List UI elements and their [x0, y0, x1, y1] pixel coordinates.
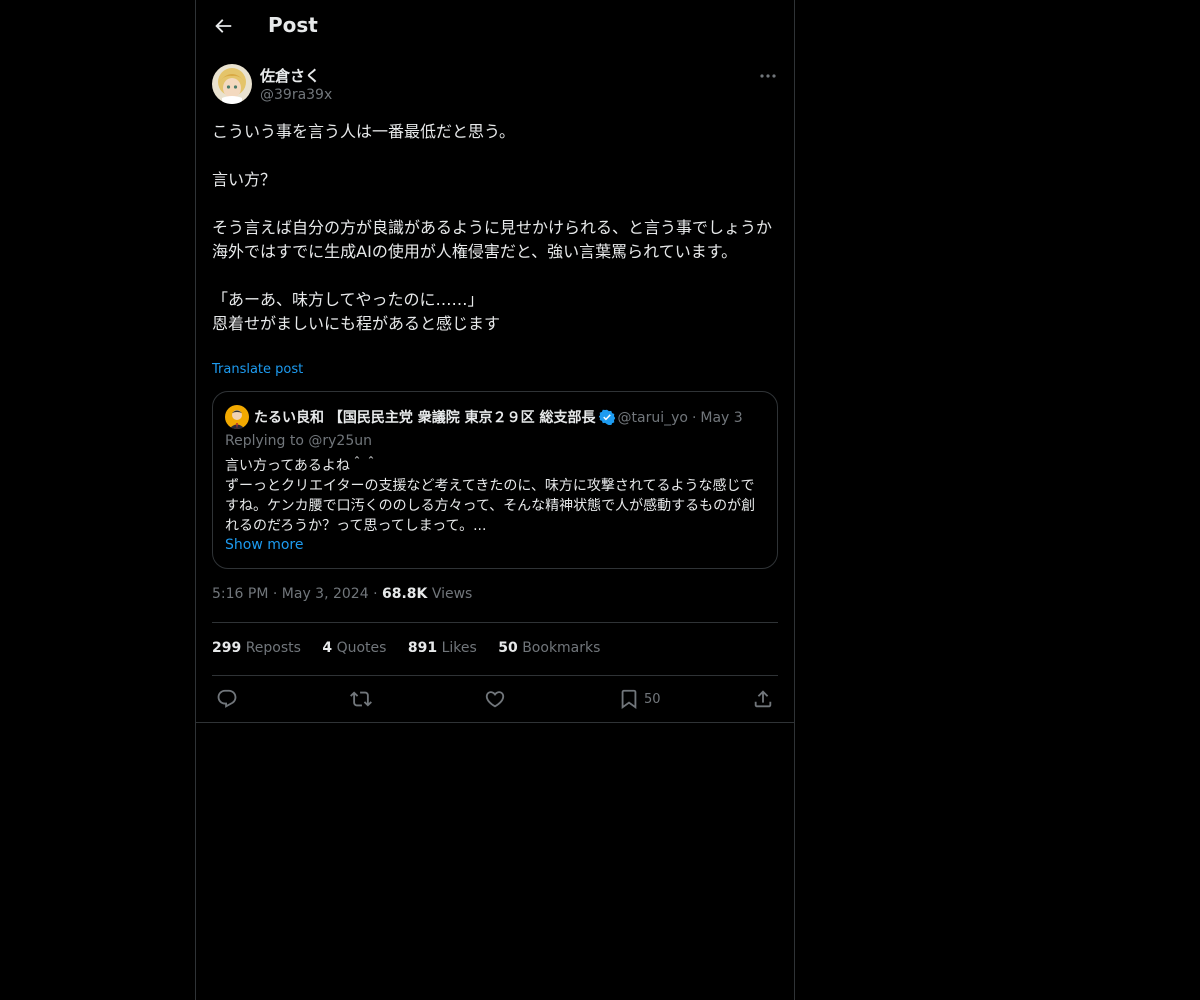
arrow-left-icon	[215, 19, 232, 33]
separator-dot: ·	[691, 410, 697, 426]
top-bar: Post	[196, 0, 794, 53]
repost-button[interactable]	[350, 688, 372, 710]
views-label: Views	[431, 586, 473, 602]
share-icon	[754, 690, 772, 708]
quote-author-name: たるい良和 【国民民主党 衆議院 東京２９区 総支部長	[254, 410, 596, 426]
quote-author-handle: @tarui_yo	[617, 410, 688, 426]
divider	[212, 675, 778, 676]
post-meta: 5:16 PM · May 3, 2024 · 68.8K Views	[212, 586, 473, 602]
stat-bookmarks[interactable]: 50 Bookmarks	[498, 640, 600, 656]
quoted-post[interactable]: たるい良和 【国民民主党 衆議院 東京２９区 総支部長 @tarui_yo · May…	[212, 391, 778, 569]
author-avatar[interactable]	[212, 64, 252, 104]
divider	[196, 722, 794, 723]
quote-replying-to: Replying to @ry25un	[225, 433, 372, 449]
engagement-stats: 299 Reposts 4 Quotes 891 Likes 50 Bookma…	[212, 640, 617, 656]
share-button[interactable]	[752, 688, 774, 710]
back-button[interactable]	[212, 15, 234, 37]
stat-reposts[interactable]: 299 Reposts	[212, 640, 301, 656]
post-column: Post 佐倉さく @39ra39x こういう事を言う人は一番最低だと思う。 言…	[195, 0, 795, 1000]
quote-text: 言い方ってあるよね＾＾ ずーっとクリエイターの支援など考えてきたのに、味方に攻撃…	[225, 458, 756, 534]
reply-button[interactable]	[216, 688, 238, 710]
bookmark-icon	[621, 689, 637, 710]
verified-badge-icon	[598, 409, 615, 425]
author-handle[interactable]: @39ra39x	[260, 87, 332, 103]
quote-author-avatar	[225, 405, 249, 429]
repost-icon	[350, 691, 372, 707]
more-horizontal-icon	[760, 74, 776, 78]
show-more-link[interactable]: Show more	[225, 537, 304, 553]
like-button[interactable]	[484, 688, 506, 710]
post-time[interactable]: 5:16 PM	[212, 586, 268, 602]
bookmark-button[interactable]: 50	[618, 688, 678, 710]
quote-header: たるい良和 【国民民主党 衆議院 東京２９区 総支部長 @tarui_yo · May…	[254, 407, 769, 427]
reply-icon	[217, 689, 237, 708]
post-date[interactable]: May 3, 2024	[282, 586, 369, 602]
more-options-button[interactable]	[758, 66, 778, 86]
views-count: 68.8K	[381, 586, 428, 602]
quote-date: May 3	[700, 410, 743, 426]
stat-likes[interactable]: 891 Likes	[408, 640, 477, 656]
author-name[interactable]: 佐倉さく	[260, 65, 320, 86]
post-text: こういう事を言う人は一番最低だと思う。 言い方？ そう言えば自分の方が良識がある…	[212, 122, 773, 333]
divider	[212, 622, 778, 623]
stat-quotes[interactable]: 4 Quotes	[322, 640, 386, 656]
page-title: Post	[268, 13, 318, 37]
heart-icon	[485, 691, 505, 708]
translate-post-link[interactable]: Translate post	[212, 362, 303, 377]
bookmark-count: 50	[644, 692, 661, 707]
